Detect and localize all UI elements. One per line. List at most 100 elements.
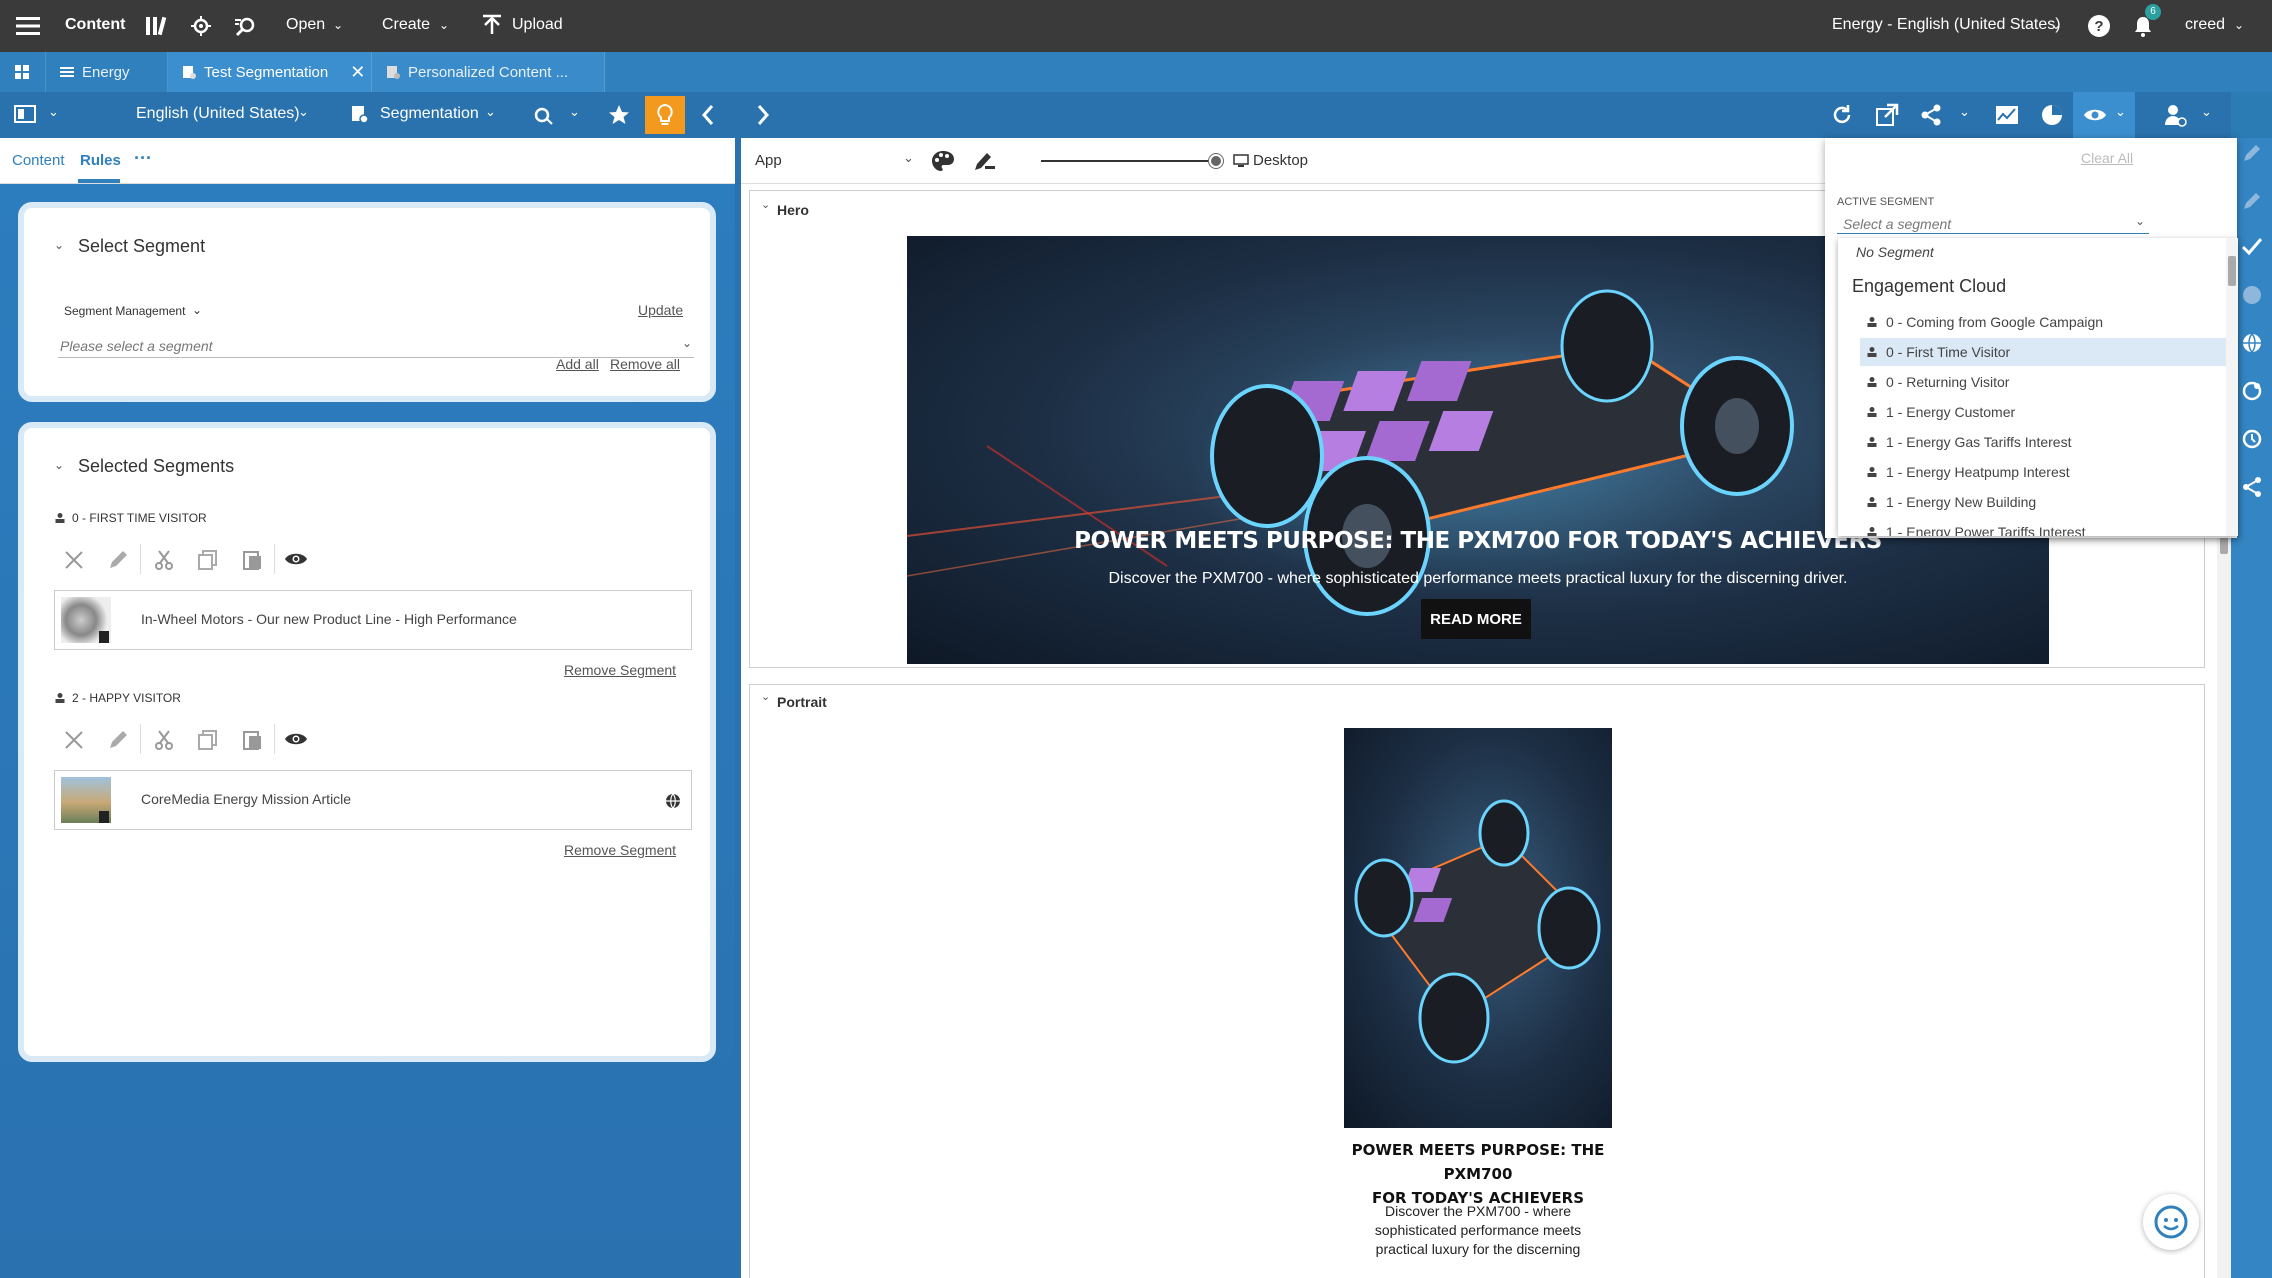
segment-option[interactable]: 0 - Returning Visitor	[1860, 368, 2009, 396]
eye-icon[interactable]	[284, 550, 308, 568]
options-scrollbar[interactable]	[2226, 238, 2238, 536]
tab-energy[interactable]: Energy	[46, 52, 168, 92]
segment-option[interactable]: 0 - Coming from Google Campaign	[1860, 308, 2103, 336]
channel-selector[interactable]: App	[755, 152, 782, 169]
user-menu[interactable]: creed	[2185, 16, 2225, 34]
paste-icon[interactable]	[240, 728, 264, 752]
globe-icon[interactable]	[2241, 332, 2263, 354]
view-selector[interactable]: Segmentation	[380, 105, 479, 123]
device-width-slider[interactable]	[1041, 160, 1216, 162]
workflow-icon[interactable]	[2241, 380, 2263, 402]
scrollbar-thumb[interactable]	[2228, 256, 2236, 286]
close-icon[interactable]: ✕	[350, 62, 365, 83]
remove-icon[interactable]	[62, 548, 86, 572]
globe-icon[interactable]	[2241, 284, 2263, 306]
palette-icon[interactable]	[931, 150, 955, 172]
layout-icon[interactable]	[14, 105, 36, 123]
app-name[interactable]: Content	[65, 16, 125, 34]
site-selector[interactable]: Energy - English (United States)	[1832, 16, 2061, 34]
menu-icon[interactable]	[16, 16, 40, 36]
segment-option[interactable]: 1 - Energy Gas Tariffs Interest	[1860, 428, 2071, 456]
tab-content[interactable]: Content	[12, 152, 65, 169]
upload-button[interactable]: Upload	[512, 16, 563, 34]
external-link-icon[interactable]	[1875, 103, 1899, 127]
read-more-button[interactable]: READ MORE	[1421, 599, 1531, 639]
share-icon[interactable]	[1919, 103, 1943, 127]
preview-eye-button[interactable]: ⌄	[2073, 92, 2135, 138]
chevron-down-icon[interactable]: ⌄	[192, 303, 202, 317]
help-icon[interactable]: ?	[2087, 14, 2111, 38]
collapse-left-icon[interactable]	[700, 104, 716, 126]
refresh-icon[interactable]	[1830, 103, 1854, 127]
chevron-down-icon[interactable]: ⌄	[2051, 18, 2061, 32]
segment-option[interactable]: 1 - Energy Power Tariffs Interest	[1860, 518, 2085, 536]
segment-select-input[interactable]: Please select a segment ⌄	[58, 332, 694, 358]
more-icon[interactable]: ···	[134, 148, 152, 169]
remove-all-link[interactable]: Remove all	[610, 356, 680, 372]
segment-select[interactable]: Select a segment ⌄	[1837, 212, 2149, 234]
eye-icon[interactable]	[284, 730, 308, 748]
chevron-down-icon[interactable]: ⌄	[485, 104, 496, 120]
no-segment-option[interactable]: No Segment	[1856, 244, 1934, 260]
pencil-icon[interactable]	[2241, 190, 2263, 212]
tab-test-segmentation[interactable]: Test Segmentation ✕	[168, 52, 372, 92]
history-icon[interactable]	[2241, 428, 2263, 450]
remove-icon[interactable]	[62, 728, 86, 752]
paste-icon[interactable]	[240, 548, 264, 572]
cut-icon[interactable]	[152, 548, 176, 572]
segment-content-item[interactable]: CoreMedia Energy Mission Article	[54, 770, 692, 830]
analytics-icon[interactable]	[1995, 103, 2019, 127]
update-link[interactable]: Update	[638, 302, 683, 318]
remove-segment-link[interactable]: Remove Segment	[564, 842, 676, 858]
remove-segment-link[interactable]: Remove Segment	[564, 662, 676, 678]
chevron-down-icon[interactable]: ⌄	[54, 238, 64, 252]
chevron-down-icon[interactable]: ⌄	[682, 336, 692, 350]
locale-selector[interactable]: English (United States)	[136, 105, 300, 123]
segment-option[interactable]: 1 - Energy Heatpump Interest	[1860, 458, 2070, 486]
search-icon[interactable]	[234, 15, 258, 37]
chevron-down-icon[interactable]: ⌄	[54, 458, 64, 472]
chat-assistant-button[interactable]	[2143, 1194, 2199, 1250]
chevron-down-icon[interactable]: ⌄	[2234, 18, 2244, 32]
chevron-down-icon[interactable]: ⌄	[333, 18, 343, 32]
segment-option[interactable]: 0 - First Time Visitor	[1860, 338, 2230, 366]
chevron-down-icon[interactable]: ⌄	[903, 150, 914, 166]
chevron-down-icon[interactable]: ⌄	[569, 104, 580, 120]
slider-thumb[interactable]	[1209, 154, 1223, 168]
pencil-icon[interactable]	[2241, 142, 2263, 164]
chevron-down-icon[interactable]: ⌄	[1959, 104, 1970, 120]
copy-icon[interactable]	[196, 728, 220, 752]
user-test-icon[interactable]	[2163, 103, 2187, 127]
tab-personalized-content[interactable]: Personalized Content ...	[372, 52, 605, 92]
pencil-icon[interactable]	[106, 728, 130, 752]
pencil-icon[interactable]	[106, 548, 130, 572]
edit-style-icon[interactable]	[973, 150, 997, 172]
share-icon[interactable]	[2241, 476, 2263, 498]
chevron-down-icon[interactable]: ⌄	[439, 18, 449, 32]
expand-right-icon[interactable]	[755, 104, 771, 126]
tab-rules[interactable]: Rules	[80, 152, 121, 169]
tab-overview[interactable]	[0, 52, 46, 92]
cut-icon[interactable]	[152, 728, 176, 752]
clear-all-link[interactable]: Clear All	[2081, 150, 2133, 166]
chevron-down-icon[interactable]: ⌄	[48, 104, 59, 120]
check-icon[interactable]	[2241, 236, 2263, 258]
add-all-link[interactable]: Add all	[556, 356, 599, 372]
segment-management-selector[interactable]: Segment Management	[64, 304, 185, 318]
segment-option[interactable]: 1 - Energy Customer	[1860, 398, 2015, 426]
chevron-down-icon[interactable]: ⌄	[2135, 214, 2145, 228]
star-icon[interactable]	[608, 104, 630, 126]
segment-option[interactable]: 1 - Energy New Building	[1860, 488, 2036, 516]
chevron-down-icon[interactable]: ⌄	[298, 104, 309, 120]
settings-check-icon[interactable]	[532, 104, 554, 126]
library-icon[interactable]	[144, 15, 168, 37]
target-icon[interactable]	[189, 15, 213, 37]
chevron-down-icon[interactable]: ⌄	[2201, 104, 2212, 120]
copy-icon[interactable]	[196, 548, 220, 572]
create-menu[interactable]: Create	[382, 16, 430, 34]
segment-content-item[interactable]: In-Wheel Motors - Our new Product Line -…	[54, 590, 692, 650]
lightbulb-button[interactable]	[645, 96, 685, 134]
portrait-card-image[interactable]	[1344, 728, 1612, 1128]
pie-chart-icon[interactable]	[2040, 103, 2064, 127]
upload-icon[interactable]	[481, 14, 503, 36]
